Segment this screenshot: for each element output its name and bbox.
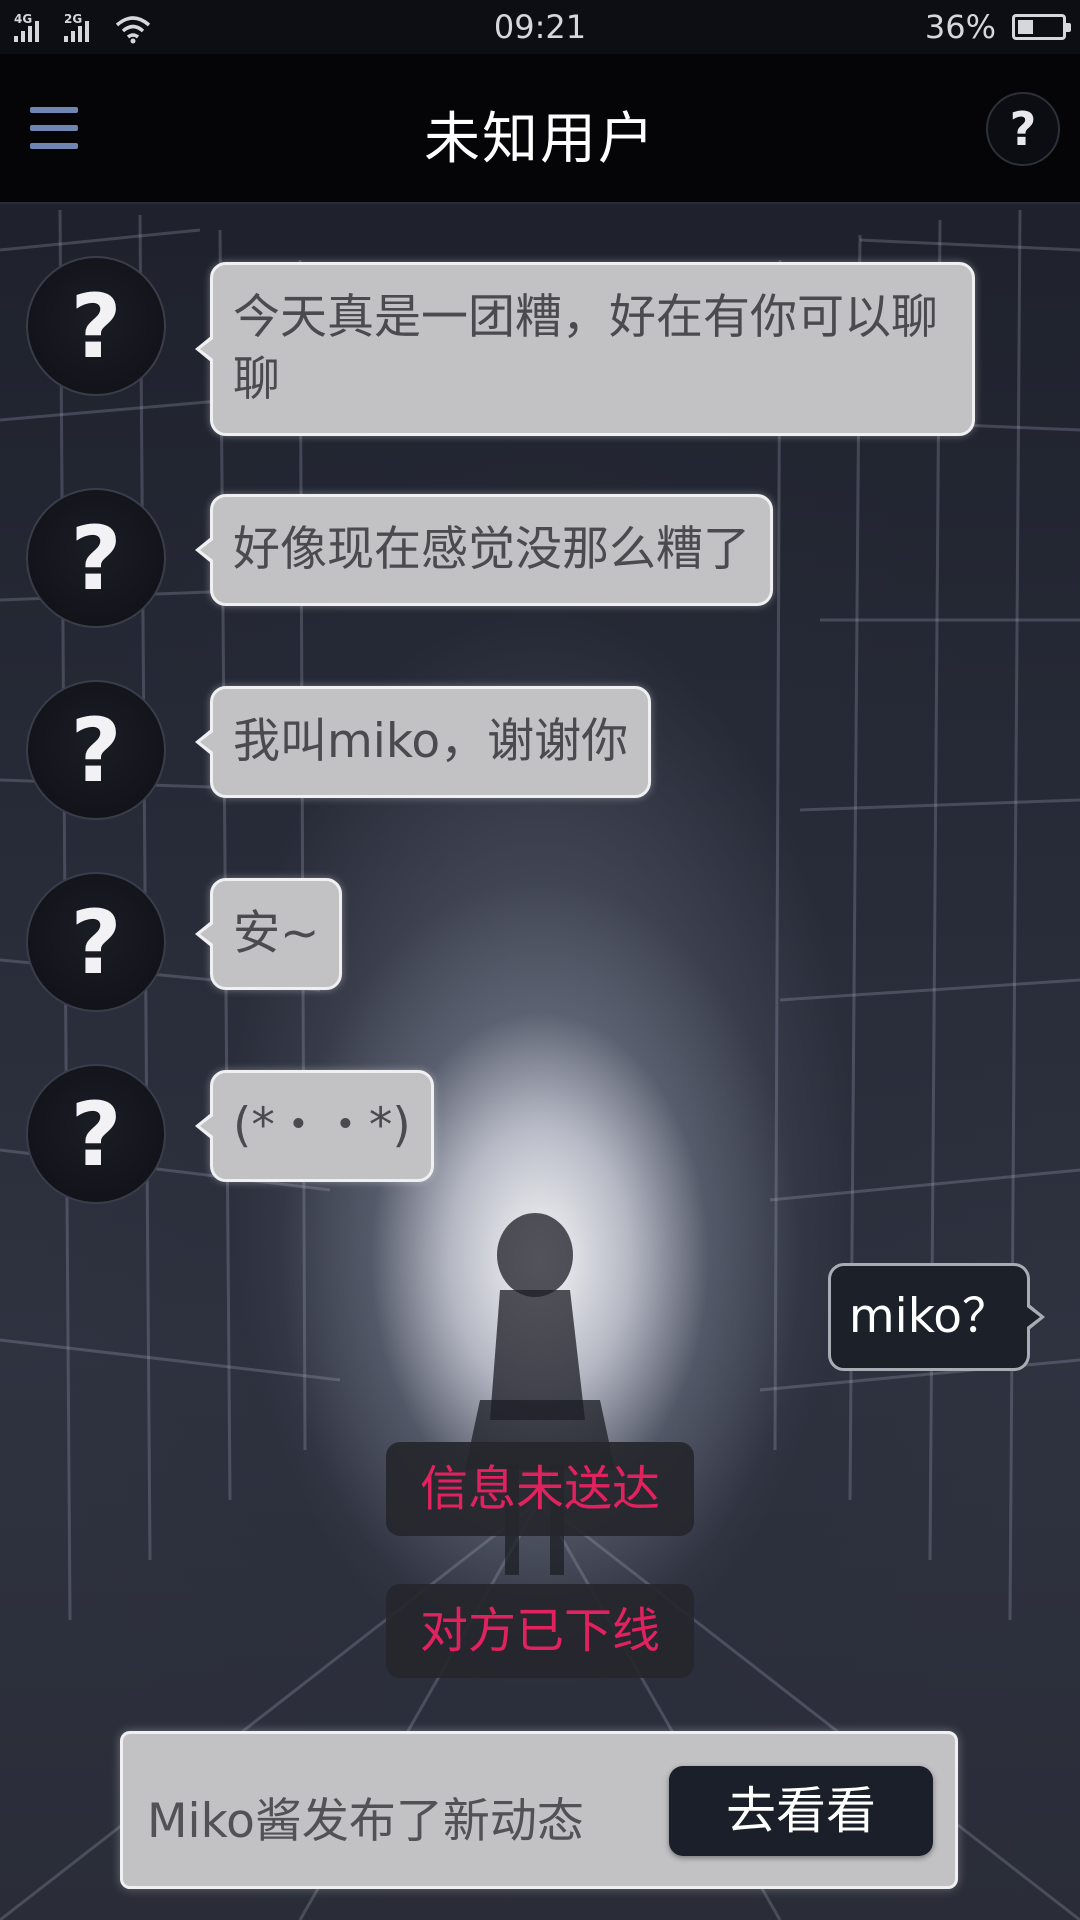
banner-text: Miko酱发布了新动态 [147, 1794, 584, 1849]
unknown-user-avatar[interactable]: ? [26, 872, 166, 1012]
help-button[interactable]: ? [986, 92, 1060, 166]
status-bar: 4G 2G 09:21 36% [0, 0, 1080, 54]
incoming-message-bubble: 我叫miko，谢谢你 [194, 686, 652, 798]
new-post-banner: Miko酱发布了新动态 去看看 [120, 1731, 958, 1889]
unknown-user-avatar[interactable]: ? [26, 256, 166, 396]
status-bar-right: 36% [924, 8, 1071, 46]
unknown-user-avatar[interactable]: ? [26, 488, 166, 628]
incoming-message-bubble: 安~ [194, 878, 343, 990]
message-not-delivered-notice: 信息未送达 [386, 1442, 694, 1536]
chat-message-list[interactable]: ? 今天真是一团糟，好在有你可以聊聊 ? 好像现在感觉没那么糟了 ? 我叫mik… [0, 204, 1080, 1724]
battery-icon [1012, 14, 1071, 40]
incoming-message-bubble: 好像现在感觉没那么糟了 [195, 494, 773, 606]
status-time: 09:21 [493, 8, 587, 46]
unknown-user-avatar[interactable]: ? [26, 680, 166, 820]
page-title: 未知用户 [424, 107, 656, 172]
user-offline-notice: 对方已下线 [386, 1584, 694, 1678]
incoming-message-bubble: (*・・*) [195, 1070, 434, 1182]
incoming-message-bubble: 今天真是一团糟，好在有你可以聊聊 [195, 262, 975, 436]
outgoing-message-bubble: miko？ [827, 1263, 1046, 1371]
app-header: 未知用户 ? [0, 54, 1080, 204]
unknown-user-avatar[interactable]: ? [26, 1064, 166, 1204]
battery-percent: 36% [924, 8, 996, 46]
go-view-button[interactable]: 去看看 [669, 1766, 933, 1856]
battery-level-fill [1018, 20, 1033, 34]
